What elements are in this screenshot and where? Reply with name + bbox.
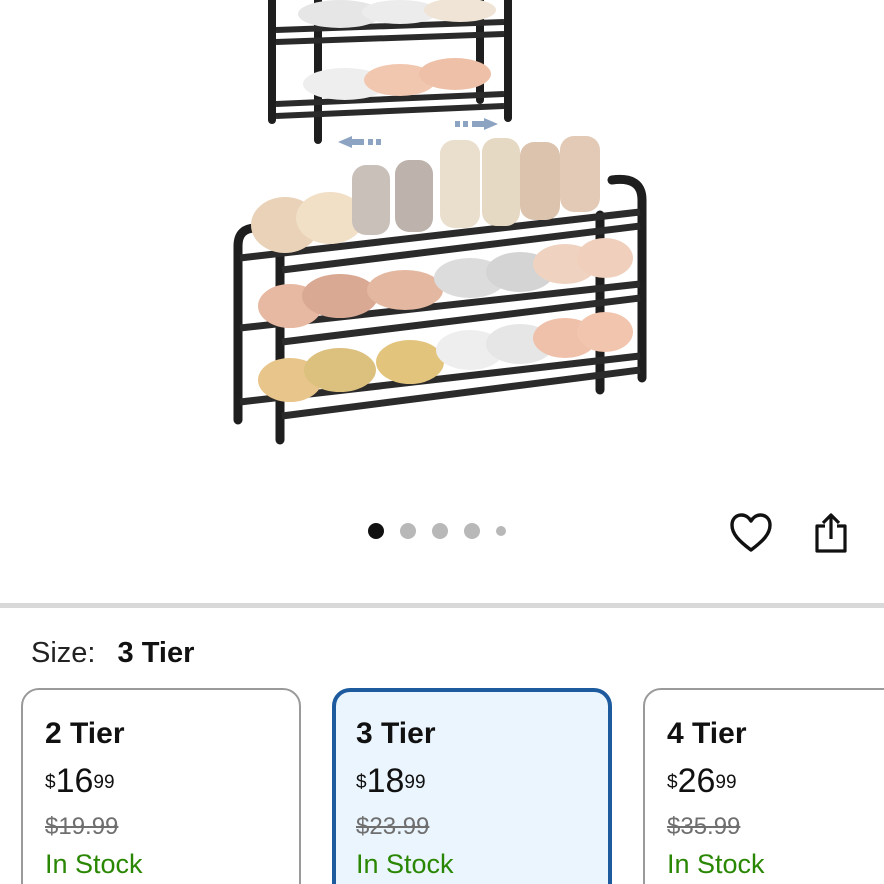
option-stock-status: In Stock [356,849,454,879]
option-title: 4 Tier [667,717,747,750]
carousel-dot-2[interactable] [400,523,416,539]
size-label: Size: [31,637,96,669]
size-option-4-tier[interactable]: 4 Tier $2699 $35.99 In Stock [643,688,884,884]
price-dollars: 18 [366,762,405,800]
favorite-button[interactable] [726,508,776,558]
price-currency: $ [667,772,678,793]
carousel-indicator[interactable] [368,523,522,539]
size-option-2-tier[interactable]: 2 Tier $1699 $19.99 In Stock [21,688,301,884]
carousel-dot-5[interactable] [496,526,506,536]
product-image[interactable] [0,0,884,500]
option-title: 3 Tier [356,717,436,750]
size-option-3-tier[interactable]: 3 Tier $1899 $23.99 In Stock [332,688,612,884]
section-divider [0,603,884,608]
carousel-dot-4[interactable] [464,523,480,539]
price-cents: 99 [404,772,426,793]
price-cents: 99 [715,772,737,793]
option-stock-status: In Stock [45,849,143,879]
price-currency: $ [45,772,56,793]
heart-icon [730,513,772,552]
share-icon [815,513,847,553]
option-was-price: $19.99 [45,813,119,840]
shoe-rack-illustration [233,0,647,445]
share-button[interactable] [806,508,856,558]
option-was-price: $23.99 [356,813,430,840]
option-price: $2699 [667,761,884,808]
carousel-dot-3[interactable] [432,523,448,539]
carousel-dot-1[interactable] [368,523,384,539]
option-title: 2 Tier [45,717,125,750]
size-selector-label: Size: 3 Tier [31,636,194,670]
size-selected-value: 3 Tier [117,637,195,669]
option-price: $1699 [45,761,299,808]
option-price: $1899 [356,761,608,808]
option-was-price: $35.99 [667,813,741,840]
price-currency: $ [356,772,367,793]
price-dollars: 16 [55,762,94,800]
option-stock-status: In Stock [667,849,765,879]
price-dollars: 26 [677,762,716,800]
price-cents: 99 [93,772,115,793]
